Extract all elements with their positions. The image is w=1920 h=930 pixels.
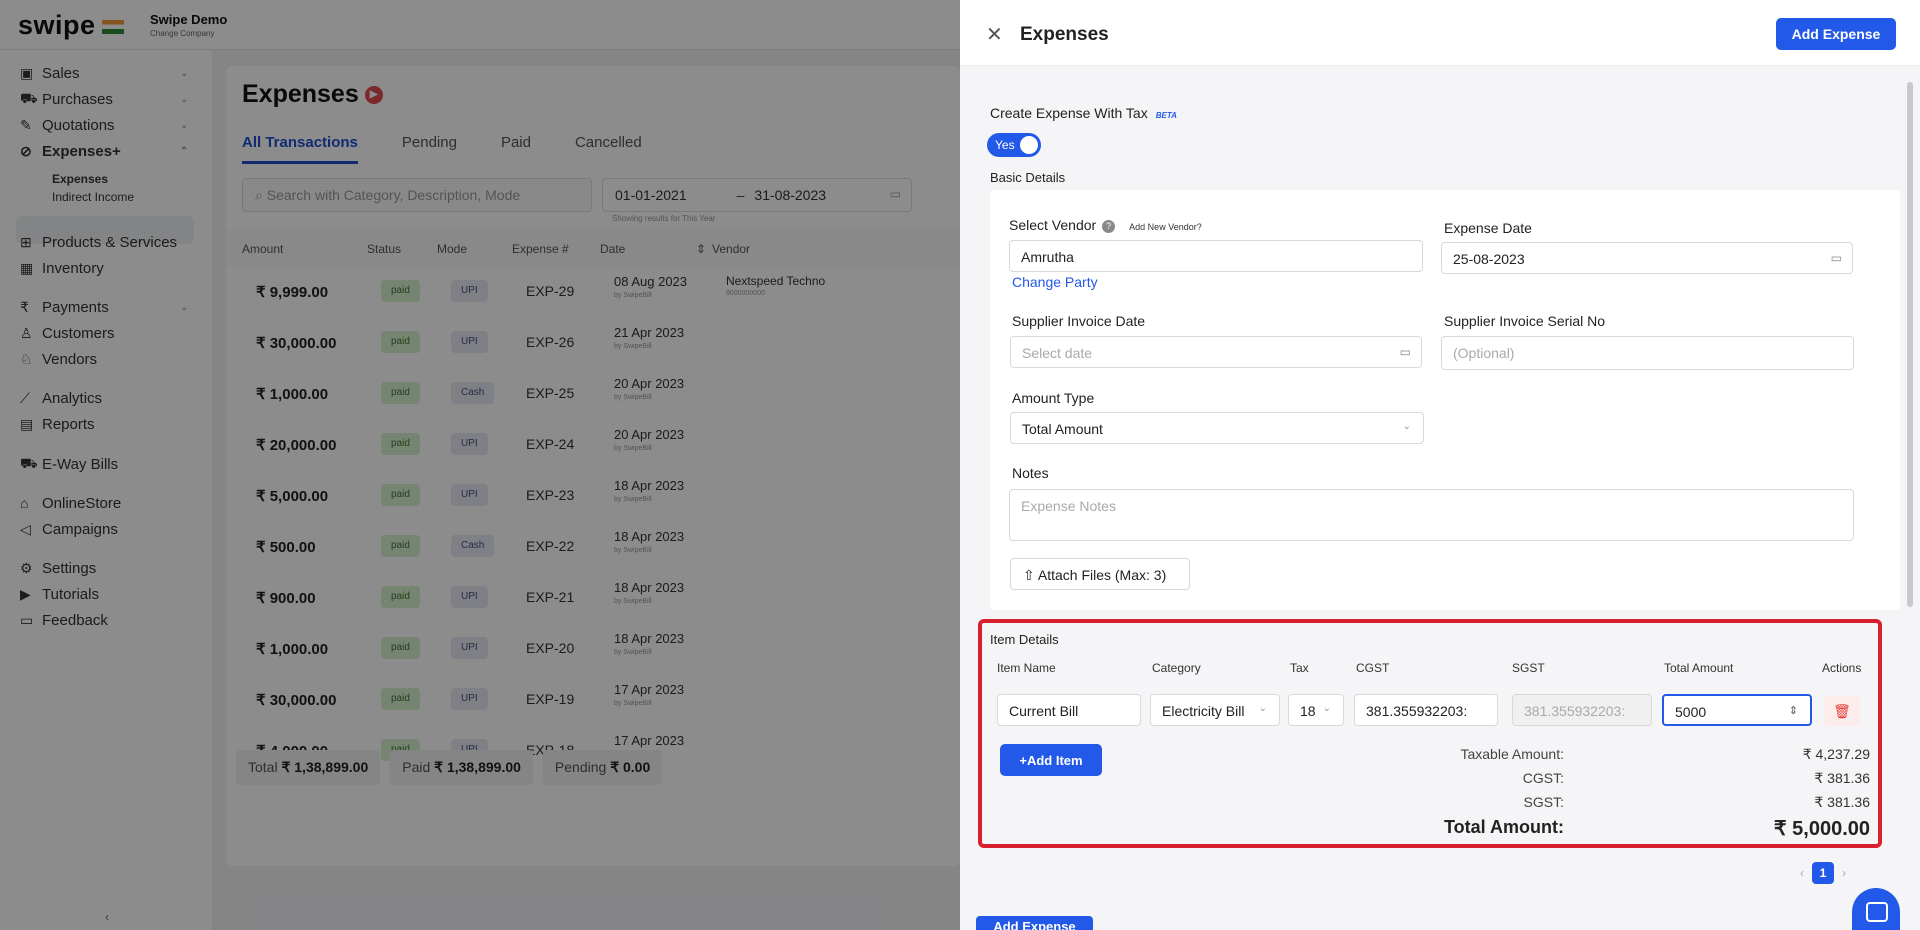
calendar-icon: ▭ (1399, 345, 1411, 359)
chevron-down-icon: ⌄ (1402, 421, 1411, 432)
notes-label: Notes (1012, 465, 1049, 481)
add-expense-button-top[interactable]: Add Expense (1776, 18, 1896, 50)
pagination: ‹ 1 › (1800, 862, 1846, 884)
sgst-value: ₹ 381.36 (1814, 794, 1870, 810)
col-tax: Tax (1290, 661, 1309, 675)
cgst-label: CGST: (1522, 770, 1564, 786)
page-number[interactable]: 1 (1812, 862, 1834, 884)
drawer-title: Expenses (1020, 24, 1109, 45)
vendor-label: Select Vendor? Add New Vendor? (1009, 217, 1202, 233)
drawer-scrollbar[interactable] (1905, 70, 1915, 920)
chat-support-icon[interactable] (1852, 888, 1900, 930)
supplier-serial-input[interactable]: (Optional) (1441, 336, 1854, 370)
modal-overlay[interactable] (0, 0, 960, 930)
total-amount-value: ₹ 5,000.00 (1773, 818, 1870, 840)
stepper-icon[interactable]: ⇕ (1789, 704, 1798, 717)
col-total-amount: Total Amount (1664, 661, 1734, 675)
total-amount-input[interactable]: 5000 ⇕ (1662, 694, 1812, 726)
tax-toggle-label: Create Expense With Tax BETA (990, 105, 1177, 121)
supplier-invoice-date-input[interactable]: Select date ▭ (1010, 336, 1422, 368)
taxable-amount-value: ₹ 4,237.29 (1802, 746, 1870, 762)
add-new-vendor-link[interactable]: Add New Vendor? (1129, 222, 1202, 232)
beta-badge: BETA (1155, 111, 1177, 120)
item-name-input[interactable]: Current Bill (997, 694, 1141, 726)
scrollbar-thumb[interactable] (1907, 82, 1913, 607)
add-item-button[interactable]: +Add Item (1000, 744, 1102, 776)
basic-details-heading: Basic Details (990, 170, 1066, 185)
item-details-heading: Item Details (990, 632, 1059, 647)
chevron-down-icon: ⌄ (1322, 703, 1331, 714)
change-party-link[interactable]: Change Party (1012, 274, 1098, 290)
prev-page-icon[interactable]: ‹ (1800, 866, 1804, 880)
supplier-invoice-date-label: Supplier Invoice Date (1012, 313, 1146, 329)
calendar-icon: ▭ (1830, 251, 1842, 265)
drawer-header: ✕ Expenses Add Expense (960, 0, 1920, 66)
amount-type-select[interactable]: Total Amount ⌄ (1010, 412, 1424, 444)
help-icon[interactable]: ? (1102, 219, 1116, 233)
cgst-value: ₹ 381.36 (1814, 770, 1870, 786)
expense-date-label: Expense Date (1444, 220, 1532, 236)
vendor-input[interactable]: Amrutha (1009, 240, 1423, 272)
toggle-knob (1020, 136, 1038, 154)
cgst-input[interactable]: 381.355932203: (1354, 694, 1498, 726)
taxable-amount-label: Taxable Amount: (1460, 746, 1564, 762)
col-item-name: Item Name (997, 661, 1056, 675)
notes-textarea[interactable]: Expense Notes (1009, 489, 1854, 541)
item-details-section (978, 619, 1882, 848)
category-select[interactable]: Electricity Bill ⌄ (1150, 694, 1280, 726)
chevron-down-icon: ⌄ (1258, 703, 1267, 714)
attach-files-button[interactable]: ⇧ Attach Files (Max: 3) (1010, 558, 1190, 590)
amount-type-label: Amount Type (1012, 390, 1095, 406)
supplier-serial-label: Supplier Invoice Serial No (1444, 313, 1606, 329)
delete-item-icon[interactable]: 🗑 (1824, 696, 1860, 726)
col-category: Category (1152, 661, 1201, 675)
close-icon[interactable]: ✕ (986, 22, 1003, 47)
col-sgst: SGST (1512, 661, 1545, 675)
tax-select[interactable]: 18 ⌄ (1288, 694, 1344, 726)
upload-icon: ⇧ (1023, 567, 1038, 583)
sgst-input: 381.355932203: (1512, 694, 1652, 726)
add-expense-button-bottom[interactable]: Add Expense (976, 916, 1093, 930)
expense-date-input[interactable]: 25-08-2023 ▭ (1441, 242, 1853, 274)
col-actions: Actions (1822, 661, 1862, 675)
tax-toggle[interactable]: Yes (987, 133, 1041, 157)
next-page-icon[interactable]: › (1842, 866, 1846, 880)
total-amount-label: Total Amount: (1444, 817, 1564, 837)
sgst-label: SGST: (1523, 794, 1564, 810)
col-cgst: CGST (1356, 661, 1390, 675)
